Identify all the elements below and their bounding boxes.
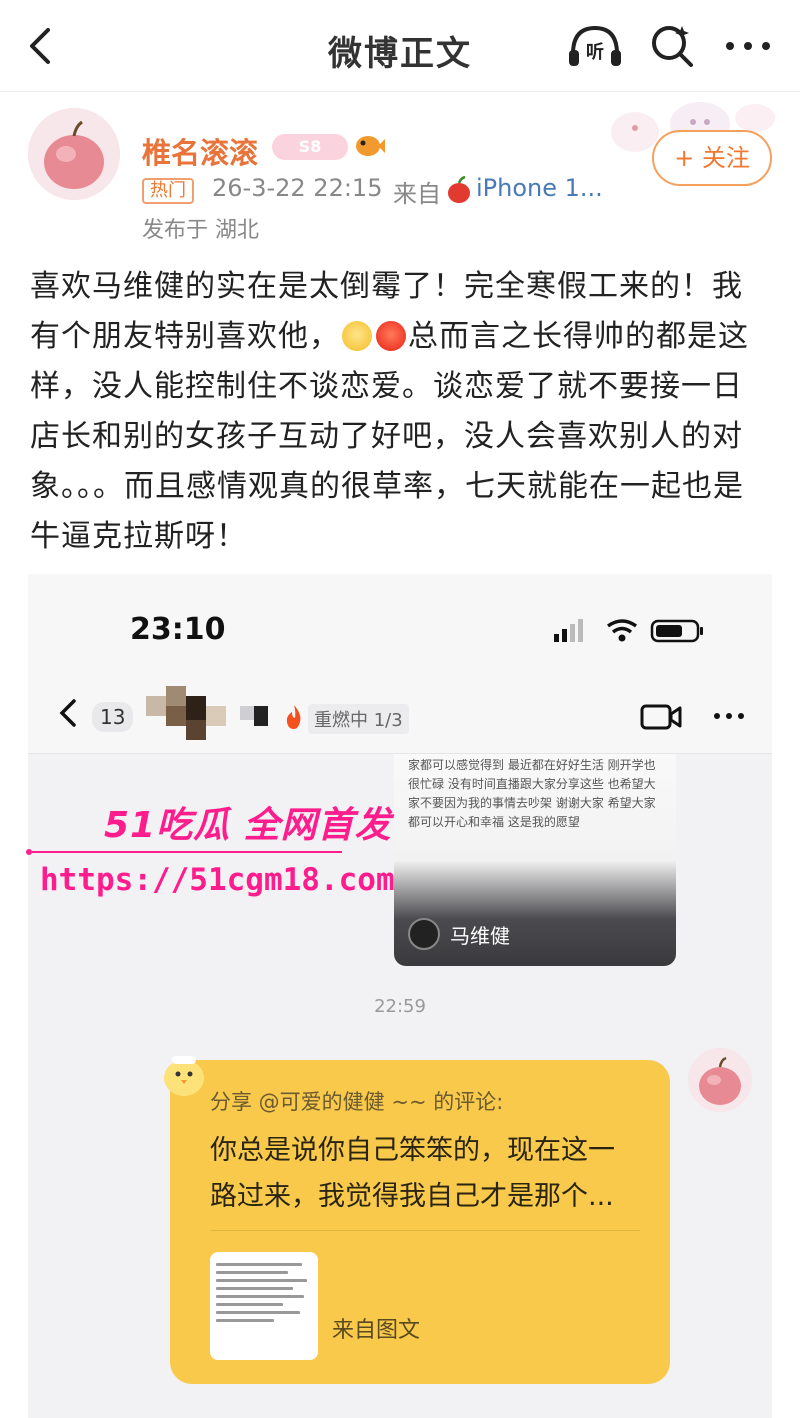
wifi-icon xyxy=(606,619,638,642)
flame-icon xyxy=(286,705,301,729)
chat-back-icon[interactable] xyxy=(56,698,80,728)
watermark-title: 51吃瓜 全网首发 xyxy=(104,805,392,846)
share-source-label: 来自图文 xyxy=(332,1318,421,1343)
status-time: 23:10 xyxy=(130,612,226,647)
share-comment-text: 你总是说你自己笨笨的，现在这一路过来，我觉得我自己才是那个... xyxy=(210,1135,615,1212)
sender-avatar[interactable] xyxy=(688,1048,752,1112)
shared-post-card[interactable]: 家都可以感觉得到 最近都在好好生活 刚开学也很忙碌 没有时间直播跟大家分享这些 … xyxy=(394,754,676,966)
fish-icon xyxy=(356,136,385,156)
level-badge: S8 xyxy=(272,134,348,160)
status-indicators xyxy=(554,619,703,643)
share-thumbnail xyxy=(210,1252,318,1360)
video-icon[interactable] xyxy=(640,702,682,732)
embedded-chat-screenshot[interactable]: 23:10 13 重燃中 1/3 家都可以感觉得到 最近都在好好生活 刚开学也很… xyxy=(28,574,772,1418)
card-author-name: 马维健 xyxy=(450,924,510,948)
post-location: 发布于 湖北 xyxy=(142,218,259,243)
follow-button[interactable]: + 关注 xyxy=(652,130,772,186)
unread-count: 13 xyxy=(92,702,134,732)
from-label: 来自 xyxy=(393,180,441,208)
post-body: 喜欢马维健的实在是太倒霉了！完全寒假工来的！我有个朋友特别喜欢他， 总而言之长得帅… xyxy=(30,262,772,562)
shared-comment-bubble[interactable]: 分享 @可爱的健健 ~~ 的评论: 你总是说你自己笨笨的，现在这一路过来，我觉得… xyxy=(170,1060,670,1384)
card-avatar xyxy=(408,918,440,950)
signal-icon xyxy=(554,619,583,642)
share-from-label: 分享 @可爱的健健 ~~ 的评论: xyxy=(210,1090,504,1114)
chat-timestamp: 22:59 xyxy=(374,996,426,1017)
listen-icon[interactable]: 听 xyxy=(565,20,625,72)
chat-more-icon[interactable] xyxy=(712,704,746,728)
card-text: 家都可以感觉得到 最近都在好好生活 刚开学也很忙碌 没有时间直播跟大家分享这些 … xyxy=(408,758,656,829)
watermark-line xyxy=(26,849,342,855)
battery-icon xyxy=(650,619,703,643)
chick-icon xyxy=(164,1056,204,1096)
mosaic-blurred-name xyxy=(146,686,268,740)
search-icon[interactable] xyxy=(648,22,696,70)
apple-avatar-image xyxy=(28,108,120,200)
author-avatar[interactable] xyxy=(28,108,120,200)
chat-header: 23:10 13 重燃中 1/3 xyxy=(28,574,772,754)
apple-avatar-small xyxy=(688,1048,752,1112)
top-nav-bar: 微博正文 听 xyxy=(0,0,800,92)
fire-status: 重燃中 1/3 xyxy=(308,704,409,734)
share-divider xyxy=(210,1230,640,1231)
post-text-part2: 总而言之长得帅的都是这样，没人能控制住不谈恋爱。谈恋爱了就不要接一日店长和别的女… xyxy=(30,319,749,554)
hot-tag: 热门 xyxy=(142,178,194,204)
apple-icon xyxy=(448,176,470,203)
shy-emoji-icon xyxy=(342,321,372,351)
watermark-url: https://51cgm18.com xyxy=(40,862,395,898)
more-icon[interactable] xyxy=(720,26,776,66)
device-link[interactable]: iPhone 1... xyxy=(476,174,603,202)
author-name[interactable]: 椎名滚滚 xyxy=(142,130,258,172)
angry-emoji-icon xyxy=(376,321,406,351)
post-time: 26-3-22 22:15 xyxy=(212,174,383,202)
listen-label: 听 xyxy=(586,41,604,63)
